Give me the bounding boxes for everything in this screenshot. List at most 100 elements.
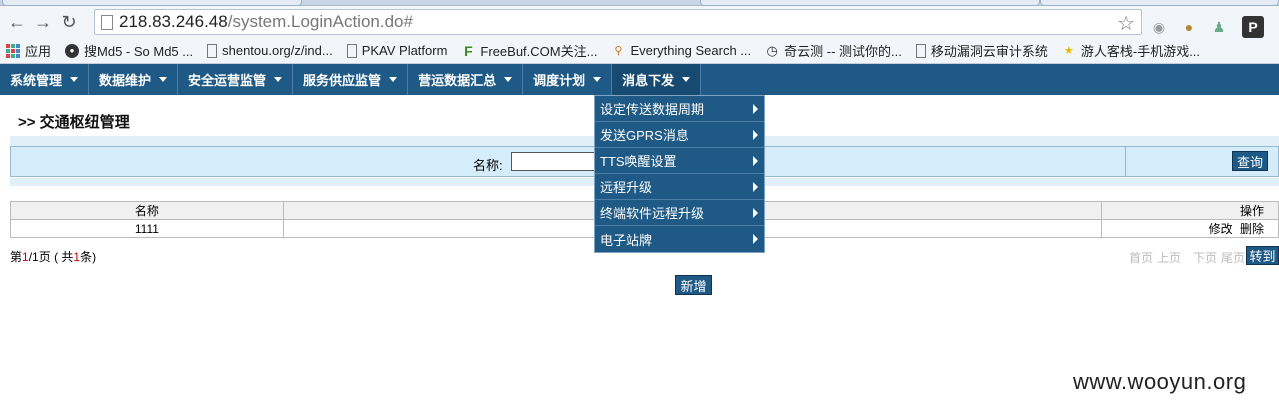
bookmark-qiyunce[interactable]: ◷ 奇云测 -- 测试你的... bbox=[765, 41, 902, 60]
submenu-arrow-icon bbox=[753, 103, 758, 114]
submenu-arrow-icon bbox=[753, 155, 758, 166]
nav-item-label: 数据维护 bbox=[99, 73, 152, 88]
nav-item-schedule[interactable]: 调度计划 bbox=[523, 64, 613, 95]
js-extension-icon[interactable]: ♟ bbox=[1208, 16, 1230, 38]
forward-arrow-icon[interactable]: → bbox=[30, 9, 56, 35]
caret-down-icon bbox=[70, 77, 79, 82]
menu-item-terminal-upgrade[interactable]: 终端软件远程升级 bbox=[595, 200, 764, 226]
main-nav: 系统管理 数据维护 安全运营监管 服务供应监管 营运数据汇总 调度计划 消息下发 bbox=[0, 64, 1279, 95]
freebuf-icon: F bbox=[464, 42, 473, 59]
caret-down-icon bbox=[593, 77, 602, 82]
page-icon bbox=[101, 14, 113, 30]
url-path: /system.LoginAction.do# bbox=[227, 12, 413, 31]
submenu-arrow-icon bbox=[753, 129, 758, 140]
caret-down-icon bbox=[682, 77, 691, 82]
menu-item-tts[interactable]: TTS唤醒设置 bbox=[595, 148, 764, 174]
bookmark-label: 奇云测 -- 测试你的... bbox=[784, 44, 902, 59]
page-icon bbox=[915, 43, 926, 58]
bookmark-label: 移动漏洞云审计系统 bbox=[930, 44, 1048, 59]
bookmark-star-icon[interactable]: ☆ bbox=[1117, 11, 1135, 36]
submenu-arrow-icon bbox=[753, 207, 758, 218]
nav-item-label: 服务供应监管 bbox=[303, 73, 382, 88]
nav-item-system[interactable]: 系统管理 bbox=[0, 64, 90, 95]
menu-item-label: 远程升级 bbox=[600, 180, 653, 195]
menu-item-remote-upgrade[interactable]: 远程升级 bbox=[595, 174, 764, 200]
bookmark-label: 游人客栈-手机游戏... bbox=[1080, 44, 1201, 59]
bookmark-freebuf[interactable]: F FreeBuf.COM关注... bbox=[461, 41, 597, 60]
caret-down-icon bbox=[389, 77, 398, 82]
menu-item-label: TTS唤醒设置 bbox=[600, 154, 677, 169]
column-header-name: 名称 bbox=[10, 201, 284, 220]
bookmark-label: FreeBuf.COM关注... bbox=[480, 44, 598, 59]
bookmark-label: Everything Search ... bbox=[630, 43, 752, 58]
pager-current: 1 bbox=[22, 250, 29, 264]
nav-item-summary[interactable]: 营运数据汇总 bbox=[408, 64, 524, 95]
youren-icon: ★ bbox=[1063, 45, 1074, 57]
cell-name: 1111 bbox=[10, 219, 284, 238]
nav-item-label: 安全运营监管 bbox=[188, 73, 267, 88]
first-page-link[interactable]: 首页 bbox=[1129, 251, 1153, 265]
menu-item-label: 发送GPRS消息 bbox=[600, 128, 689, 143]
edit-link[interactable]: 修改 bbox=[1209, 222, 1233, 236]
menu-item-label: 电子站牌 bbox=[600, 232, 653, 248]
menu-item-transfer-period[interactable]: 设定传送数据周期 bbox=[595, 96, 764, 122]
menu-item-label: 设定传送数据周期 bbox=[600, 102, 705, 117]
pager-text: 条) bbox=[80, 250, 97, 264]
divider bbox=[1125, 147, 1126, 176]
caret-down-icon bbox=[274, 77, 283, 82]
bookmark-somd5[interactable]: ● 搜Md5 - So Md5 ... bbox=[65, 41, 193, 60]
bookmark-youren[interactable]: ★ 游人客栈-手机游戏... bbox=[1062, 41, 1200, 60]
menu-item-gprs[interactable]: 发送GPRS消息 bbox=[595, 122, 764, 148]
pager-text: 第 bbox=[10, 250, 23, 264]
bookmark-label: shentou.org/z/ind... bbox=[222, 43, 333, 58]
pager-info: 第1/1页 ( 共1条) bbox=[10, 248, 96, 265]
nav-item-label: 系统管理 bbox=[10, 73, 63, 88]
qiyunce-icon: ◷ bbox=[766, 42, 778, 58]
menu-item-e-sign[interactable]: 电子站牌 bbox=[595, 226, 764, 252]
bookmark-shentou[interactable]: shentou.org/z/ind... bbox=[207, 43, 333, 58]
nav-item-label: 调度计划 bbox=[533, 73, 586, 88]
menu-item-label: 终端软件远程升级 bbox=[600, 206, 705, 221]
name-search-input[interactable] bbox=[511, 152, 601, 171]
bookmark-pkav[interactable]: PKAV Platform bbox=[346, 43, 447, 58]
page-icon bbox=[207, 43, 218, 58]
goto-button[interactable]: 转到 bbox=[1246, 246, 1279, 265]
pager-controls: 首页 上页 下页 尾页 bbox=[1129, 249, 1249, 266]
bookmark-everything[interactable]: ⚲ Everything Search ... bbox=[611, 43, 751, 58]
nav-item-messages[interactable]: 消息下发 bbox=[612, 64, 702, 95]
bookmark-yidong[interactable]: 移动漏洞云审计系统 bbox=[915, 41, 1048, 60]
pager-total-pages: 1 bbox=[32, 250, 39, 264]
messages-dropdown-menu: 设定传送数据周期 发送GPRS消息 TTS唤醒设置 远程升级 终端软件远程升级 … bbox=[594, 95, 765, 253]
page-title: >> 交通枢纽管理 bbox=[18, 114, 130, 131]
caret-down-icon bbox=[159, 77, 168, 82]
add-button[interactable]: 新增 bbox=[675, 275, 712, 295]
delete-link[interactable]: 删除 bbox=[1240, 222, 1264, 236]
address-bar[interactable]: 218.83.246.48/system.LoginAction.do# ☆ bbox=[94, 9, 1142, 35]
back-arrow-icon[interactable]: ← bbox=[4, 9, 30, 35]
nav-item-label: 营运数据汇总 bbox=[418, 73, 497, 88]
next-page-link[interactable]: 下页 bbox=[1193, 251, 1217, 265]
globe-extension-icon[interactable]: ◉ bbox=[1148, 16, 1170, 38]
submenu-arrow-icon bbox=[753, 181, 758, 192]
nav-item-service[interactable]: 服务供应监管 bbox=[293, 64, 409, 95]
reload-icon[interactable]: ↻ bbox=[56, 9, 82, 35]
prev-page-link[interactable]: 上页 bbox=[1157, 251, 1181, 265]
bookmarks-bar: 应用 ● 搜Md5 - So Md5 ... shentou.org/z/ind… bbox=[0, 38, 1279, 64]
bookmark-label: 搜Md5 - So Md5 ... bbox=[84, 44, 194, 59]
pager-text: 页 ( 共 bbox=[38, 250, 74, 264]
p-extension-icon[interactable]: P bbox=[1242, 16, 1264, 38]
watermark-text: www.wooyun.org bbox=[1073, 369, 1247, 394]
nav-item-data[interactable]: 数据维护 bbox=[89, 64, 179, 95]
column-header-actions: 操作 bbox=[1101, 201, 1279, 220]
bookmark-apps[interactable]: 应用 bbox=[6, 41, 51, 60]
submenu-arrow-icon bbox=[753, 234, 758, 244]
nav-item-safety[interactable]: 安全运营监管 bbox=[178, 64, 294, 95]
browser-toolbar: ← → ↻ 218.83.246.48/system.LoginAction.d… bbox=[0, 6, 1279, 38]
everything-icon: ⚲ bbox=[614, 45, 623, 57]
somd5-icon: ● bbox=[65, 43, 80, 58]
last-page-link[interactable]: 尾页 bbox=[1221, 251, 1245, 265]
cell-actions: 修改 删除 bbox=[1101, 219, 1279, 238]
page-icon bbox=[346, 43, 357, 58]
cookie-extension-icon[interactable]: ● bbox=[1178, 16, 1200, 38]
query-button[interactable]: 查询 bbox=[1232, 151, 1268, 171]
